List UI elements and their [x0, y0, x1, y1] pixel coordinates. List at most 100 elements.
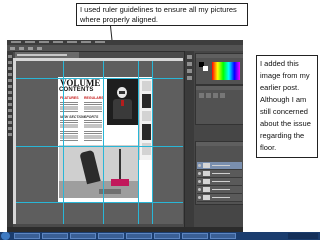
- taskbar-item[interactable]: [70, 233, 96, 239]
- masked-figure-photo[interactable]: [107, 78, 138, 125]
- taskbar-item[interactable]: [42, 233, 68, 239]
- photo-mask: [119, 91, 125, 94]
- system-tray[interactable]: [288, 233, 318, 239]
- sidebar-box: [142, 81, 151, 91]
- taskbar-item[interactable]: [210, 233, 236, 239]
- adjustment-icon[interactable]: [199, 93, 204, 98]
- visibility-eye-icon[interactable]: [198, 172, 201, 175]
- background-swatch[interactable]: [203, 66, 208, 71]
- adjustment-icon[interactable]: [220, 93, 225, 98]
- menu-item[interactable]: [53, 41, 63, 43]
- character-icon[interactable]: [187, 76, 192, 80]
- visibility-eye-icon[interactable]: [198, 188, 201, 191]
- ruler-guide-horizontal[interactable]: [16, 202, 183, 203]
- layer-row[interactable]: [197, 170, 242, 178]
- lasso-tool-icon[interactable]: [8, 67, 12, 70]
- layer-name: [212, 197, 230, 198]
- document-sidebar[interactable]: [139, 78, 153, 160]
- adjustment-icon[interactable]: [206, 93, 211, 98]
- crop-tool-icon[interactable]: [8, 73, 12, 76]
- sidebar-box: [142, 143, 151, 155]
- eyedropper-tool-icon[interactable]: [8, 79, 12, 82]
- move-tool-icon[interactable]: [10, 47, 15, 50]
- history-icon[interactable]: [187, 55, 192, 59]
- color-panel-header[interactable]: [196, 54, 243, 58]
- layers-panel[interactable]: [195, 141, 243, 205]
- layer-thumbnail: [203, 171, 210, 176]
- annotation-top: I used ruler guidelines to ensure all my…: [76, 3, 248, 26]
- kneeling-figure-photo[interactable]: [59, 145, 138, 198]
- color-spectrum[interactable]: [212, 62, 240, 80]
- menu-item[interactable]: [39, 41, 49, 43]
- windows-taskbar: [0, 232, 320, 240]
- visibility-eye-icon[interactable]: [198, 180, 201, 183]
- sidebar-photo: [142, 94, 151, 108]
- shape-tool-icon[interactable]: [8, 121, 12, 124]
- options-icon[interactable]: [28, 47, 33, 50]
- annotation-right: I added this image from my earlier post.…: [256, 55, 318, 158]
- taskbar-item[interactable]: [182, 233, 208, 239]
- color-panel[interactable]: [195, 53, 243, 85]
- photoshop-window: VOLUME CONTENTS FEATURES REGULARS NEW SE…: [7, 40, 243, 236]
- menu-item[interactable]: [25, 41, 35, 43]
- ruler-guide-horizontal[interactable]: [16, 146, 183, 147]
- layer-row[interactable]: [197, 162, 242, 170]
- gradient-tool-icon[interactable]: [8, 103, 12, 106]
- options-icon[interactable]: [37, 47, 42, 50]
- eraser-tool-icon[interactable]: [8, 97, 12, 100]
- layer-row[interactable]: [197, 178, 242, 186]
- photo-pole: [119, 149, 121, 183]
- layer-name: [212, 181, 230, 182]
- menu-item[interactable]: [95, 41, 105, 43]
- taskbar-item[interactable]: [14, 233, 40, 239]
- layer-name: [212, 189, 230, 190]
- ruler-guide-vertical[interactable]: [152, 61, 153, 224]
- move-tool-icon[interactable]: [8, 55, 12, 58]
- layer-thumbnail: [203, 195, 210, 200]
- start-button[interactable]: [1, 232, 10, 240]
- annotation-top-text: I used ruler guidelines to ensure all my…: [80, 5, 237, 24]
- horizontal-ruler[interactable]: [13, 58, 183, 61]
- zoom-tool-icon[interactable]: [8, 133, 12, 136]
- visibility-eye-icon[interactable]: [198, 164, 201, 167]
- taskbar-item[interactable]: [126, 233, 152, 239]
- layer-row[interactable]: [197, 194, 242, 202]
- ruler-guide-horizontal[interactable]: [16, 78, 183, 79]
- menu-item[interactable]: [67, 41, 77, 43]
- section-heading: SPORTS: [84, 115, 99, 119]
- adjustment-icon[interactable]: [213, 93, 218, 98]
- brush-panel-icon[interactable]: [187, 69, 192, 73]
- layer-thumbnail: [203, 163, 210, 168]
- text-column: [84, 102, 102, 112]
- marquee-tool-icon[interactable]: [8, 61, 12, 64]
- right-panels: [184, 51, 243, 227]
- layers-panel-header[interactable]: [196, 142, 243, 146]
- options-icon[interactable]: [19, 47, 24, 50]
- visibility-eye-icon[interactable]: [198, 196, 201, 199]
- layer-row[interactable]: [197, 186, 242, 194]
- sidebar-box: [142, 111, 151, 121]
- annotation-right-text: I added this image from my earlier post.…: [260, 59, 311, 152]
- properties-icon[interactable]: [187, 62, 192, 66]
- layer-name: [212, 173, 230, 174]
- ruler-guide-vertical[interactable]: [138, 61, 139, 224]
- document-tab-label: [17, 54, 67, 56]
- photo-red-detail: [121, 100, 124, 106]
- text-tool-icon[interactable]: [8, 109, 12, 112]
- taskbar-item[interactable]: [98, 233, 124, 239]
- pen-tool-icon[interactable]: [8, 115, 12, 118]
- stamp-tool-icon[interactable]: [8, 91, 12, 94]
- sidebar-photo: [142, 124, 151, 140]
- menu-item[interactable]: [81, 41, 91, 43]
- menu-item[interactable]: [11, 41, 21, 43]
- brush-tool-icon[interactable]: [8, 85, 12, 88]
- vertical-ruler[interactable]: [13, 58, 16, 224]
- adjustments-panel-header[interactable]: [196, 86, 243, 90]
- adjustments-panel[interactable]: [195, 85, 243, 125]
- ruler-guide-vertical[interactable]: [103, 61, 104, 224]
- text-column: [84, 120, 102, 128]
- panel-icon-strip: [185, 51, 194, 227]
- taskbar-item[interactable]: [154, 233, 180, 239]
- hand-tool-icon[interactable]: [8, 127, 12, 130]
- ruler-guide-vertical[interactable]: [63, 61, 64, 224]
